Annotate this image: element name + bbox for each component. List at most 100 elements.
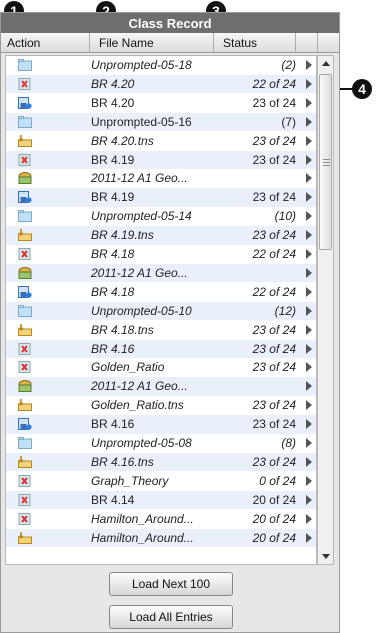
- column-action[interactable]: Action: [7, 36, 40, 50]
- table-row[interactable]: 2011-12 A1 Geo...: [6, 263, 316, 283]
- load-all-entries-button[interactable]: Load All Entries: [109, 605, 233, 629]
- expand-arrow-icon[interactable]: [306, 494, 312, 505]
- table-row[interactable]: Unprompted-05-10 (12): [6, 301, 316, 321]
- collect-icon[interactable]: [18, 229, 32, 242]
- load-next-100-button[interactable]: Load Next 100: [109, 572, 233, 596]
- table-row[interactable]: BR 4.19 23 of 24: [6, 150, 316, 169]
- expand-arrow-icon[interactable]: [306, 249, 312, 259]
- table-row[interactable]: BR 4.20 23 of 24: [6, 94, 316, 113]
- column-status[interactable]: Status: [223, 36, 257, 50]
- callout-4: 4: [352, 79, 372, 99]
- row-status: 20 of 24: [252, 530, 296, 545]
- expand-arrow-icon[interactable]: [306, 532, 312, 543]
- panel-title: Class Record: [128, 16, 212, 31]
- folder-icon[interactable]: [18, 437, 32, 449]
- table-row[interactable]: BR 4.18 22 of 24: [6, 283, 316, 302]
- table-row[interactable]: 2011-12 A1 Geo...: [6, 377, 316, 396]
- row-status: 23 of 24: [252, 95, 296, 110]
- question-basket-icon[interactable]: [18, 266, 32, 279]
- not-started-icon[interactable]: [18, 342, 32, 355]
- expand-arrow-icon[interactable]: [306, 173, 312, 184]
- expand-arrow-icon[interactable]: [306, 513, 312, 524]
- folder-icon[interactable]: [18, 304, 32, 317]
- collect-icon[interactable]: [18, 455, 32, 468]
- expand-arrow-icon[interactable]: [306, 343, 312, 354]
- row-file-name: 2011-12 A1 Geo...: [91, 379, 188, 394]
- table-row[interactable]: Unprompted-05-18 (2): [6, 56, 316, 75]
- saved-file-icon[interactable]: [18, 418, 32, 431]
- table-row[interactable]: Golden_Ratio 23 of 24: [6, 358, 316, 377]
- expand-arrow-icon[interactable]: [306, 381, 312, 392]
- not-started-icon[interactable]: [18, 493, 32, 506]
- expand-arrow-icon[interactable]: [306, 438, 312, 448]
- expand-arrow-icon[interactable]: [306, 419, 312, 430]
- collect-icon[interactable]: [18, 399, 32, 412]
- expand-arrow-icon[interactable]: [306, 362, 312, 373]
- expand-arrow-icon[interactable]: [306, 475, 312, 486]
- expand-arrow-icon[interactable]: [306, 60, 312, 70]
- table-row[interactable]: BR 4.16 23 of 24: [6, 415, 316, 434]
- row-file-name: BR 4.18: [91, 247, 135, 261]
- table-row[interactable]: Golden_Ratio.tns 23 of 24: [6, 396, 316, 415]
- table-row[interactable]: BR 4.18.tns 23 of 24: [6, 321, 316, 340]
- not-started-icon[interactable]: [18, 248, 32, 260]
- saved-file-icon[interactable]: [18, 191, 32, 204]
- table-row[interactable]: 2011-12 A1 Geo...: [6, 169, 316, 188]
- not-started-icon[interactable]: [18, 474, 32, 487]
- table-row[interactable]: BR 4.19.tns 23 of 24: [6, 226, 316, 245]
- vertical-scrollbar[interactable]: [317, 55, 334, 565]
- question-basket-icon[interactable]: [18, 380, 32, 393]
- table-row[interactable]: Graph_Theory 0 of 24: [6, 472, 316, 491]
- table-row[interactable]: Hamilton_Around... 20 of 24: [6, 510, 316, 529]
- row-status: (10): [274, 209, 296, 224]
- expand-arrow-icon[interactable]: [306, 78, 312, 89]
- expand-arrow-icon[interactable]: [306, 116, 312, 127]
- table-row[interactable]: Unprompted-05-14 (10): [6, 207, 316, 226]
- row-file-name: Hamilton_Around...: [91, 530, 194, 545]
- not-started-icon[interactable]: [18, 361, 32, 374]
- scroll-down-arrow-icon[interactable]: [322, 554, 330, 559]
- table-row[interactable]: BR 4.16 23 of 24: [6, 339, 316, 358]
- question-basket-icon[interactable]: [18, 172, 32, 185]
- table-row[interactable]: Unprompted-05-08 (8): [6, 434, 316, 453]
- row-file-name: 2011-12 A1 Geo...: [91, 265, 188, 280]
- collect-icon[interactable]: [18, 134, 32, 147]
- expand-arrow-icon[interactable]: [306, 135, 312, 146]
- folder-icon[interactable]: [18, 59, 32, 71]
- expand-arrow-icon[interactable]: [306, 192, 312, 203]
- collect-icon[interactable]: [18, 323, 32, 336]
- row-file-name: BR 4.20.tns: [91, 133, 154, 148]
- folder-icon[interactable]: [18, 115, 32, 128]
- expand-arrow-icon[interactable]: [306, 230, 312, 241]
- table-row[interactable]: Hamilton_Around... 20 of 24: [6, 528, 316, 547]
- expand-arrow-icon[interactable]: [306, 324, 312, 335]
- table-row[interactable]: BR 4.18 22 of 24: [6, 245, 316, 264]
- expand-arrow-icon[interactable]: [306, 267, 312, 278]
- record-list[interactable]: Unprompted-05-18 (2) BR 4.20 22 of 24 BR 4.2…: [5, 55, 317, 565]
- saved-file-icon[interactable]: [18, 285, 32, 298]
- table-row[interactable]: BR 4.16.tns 23 of 24: [6, 452, 316, 472]
- scroll-thumb[interactable]: [319, 74, 332, 250]
- table-row[interactable]: BR 4.14 20 of 24: [6, 490, 316, 510]
- expand-arrow-icon[interactable]: [306, 286, 312, 297]
- row-file-name: BR 4.16: [91, 417, 135, 432]
- folder-icon[interactable]: [18, 210, 32, 223]
- row-status: 23 of 24: [252, 341, 296, 356]
- expand-arrow-icon[interactable]: [306, 456, 312, 467]
- table-row[interactable]: BR 4.19 23 of 24: [6, 188, 316, 207]
- table-row[interactable]: BR 4.20.tns 23 of 24: [6, 132, 316, 151]
- table-row[interactable]: Unprompted-05-16 (7): [6, 112, 316, 132]
- not-started-icon[interactable]: [18, 153, 32, 166]
- not-started-icon[interactable]: [18, 77, 32, 90]
- expand-arrow-icon[interactable]: [306, 305, 312, 316]
- expand-arrow-icon[interactable]: [306, 211, 312, 222]
- expand-arrow-icon[interactable]: [306, 97, 312, 108]
- expand-arrow-icon[interactable]: [306, 154, 312, 165]
- not-started-icon[interactable]: [18, 512, 32, 525]
- column-file-name[interactable]: File Name: [99, 36, 154, 50]
- collect-icon[interactable]: [18, 531, 32, 544]
- scroll-up-arrow-icon[interactable]: [322, 61, 330, 66]
- table-row[interactable]: BR 4.20 22 of 24: [6, 74, 316, 94]
- expand-arrow-icon[interactable]: [306, 400, 312, 411]
- saved-file-icon[interactable]: [18, 96, 32, 109]
